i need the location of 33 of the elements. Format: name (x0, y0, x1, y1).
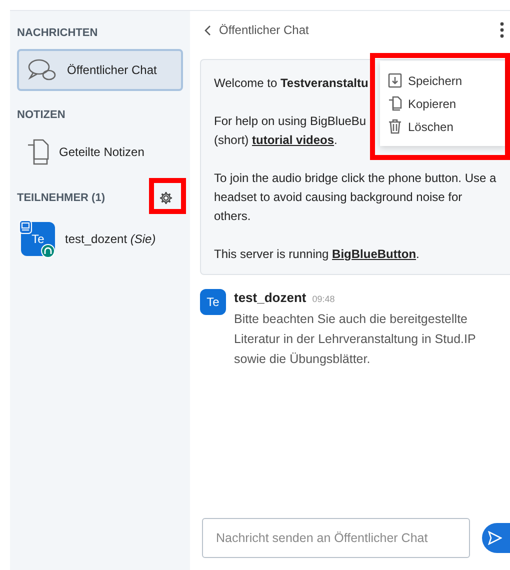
more-options-icon[interactable] (500, 22, 504, 38)
welcome-text: This server is running BigBlueButton. (214, 246, 420, 263)
send-icon (488, 531, 502, 545)
message-input[interactable]: Nachricht senden an Öffentlicher Chat (202, 518, 470, 558)
participant-item[interactable]: Te test_dozent (Sie) (17, 215, 183, 263)
chat-item[interactable]: Öffentlicher Chat (17, 49, 183, 91)
welcome-text: (short) tutorial videos. (214, 132, 338, 149)
link[interactable]: tutorial videos (252, 133, 334, 147)
menu-item[interactable]: Kopieren (380, 92, 505, 115)
notes-item[interactable]: Geteilte Notizen (17, 131, 183, 173)
message-time: 09:48 (312, 294, 335, 304)
menu-item[interactable]: Speichern (380, 69, 505, 92)
menu-item[interactable]: Löschen (380, 115, 505, 138)
welcome-text: Welcome to Testveranstaltu (214, 75, 368, 92)
participant-name: test_dozent (Sie) (65, 232, 156, 246)
user-avatar: Te (200, 289, 226, 315)
message-author: test_dozent (234, 290, 306, 305)
chat-bubbles-icon (27, 57, 57, 83)
settings-icon[interactable] (159, 191, 173, 205)
back-button[interactable]: Öffentlicher Chat (204, 23, 309, 37)
copy-icon (388, 96, 402, 111)
link[interactable]: BigBlueButton (332, 247, 416, 261)
section-title: NOTIZEN (17, 109, 66, 121)
welcome-text: To join the audio bridge click the phone button. Use a headset to avoid causing background noise for others. (214, 170, 498, 225)
send-button[interactable] (482, 523, 510, 553)
welcome-text: For help on using BigBlueBu (214, 113, 366, 130)
chevron-left-icon (204, 24, 211, 36)
section-title: NACHRICHTEN (17, 27, 98, 39)
section-title: TEILNEHMER (1) (17, 192, 105, 204)
trash-icon (388, 119, 402, 134)
documents-icon (27, 139, 49, 165)
download-icon (388, 73, 402, 88)
message-text: Bitte beachten Sie auch die bereitgestellte Literatur in der Lehrveranstaltung in Stud.IP sowie die Übungsblätter. (234, 311, 477, 368)
